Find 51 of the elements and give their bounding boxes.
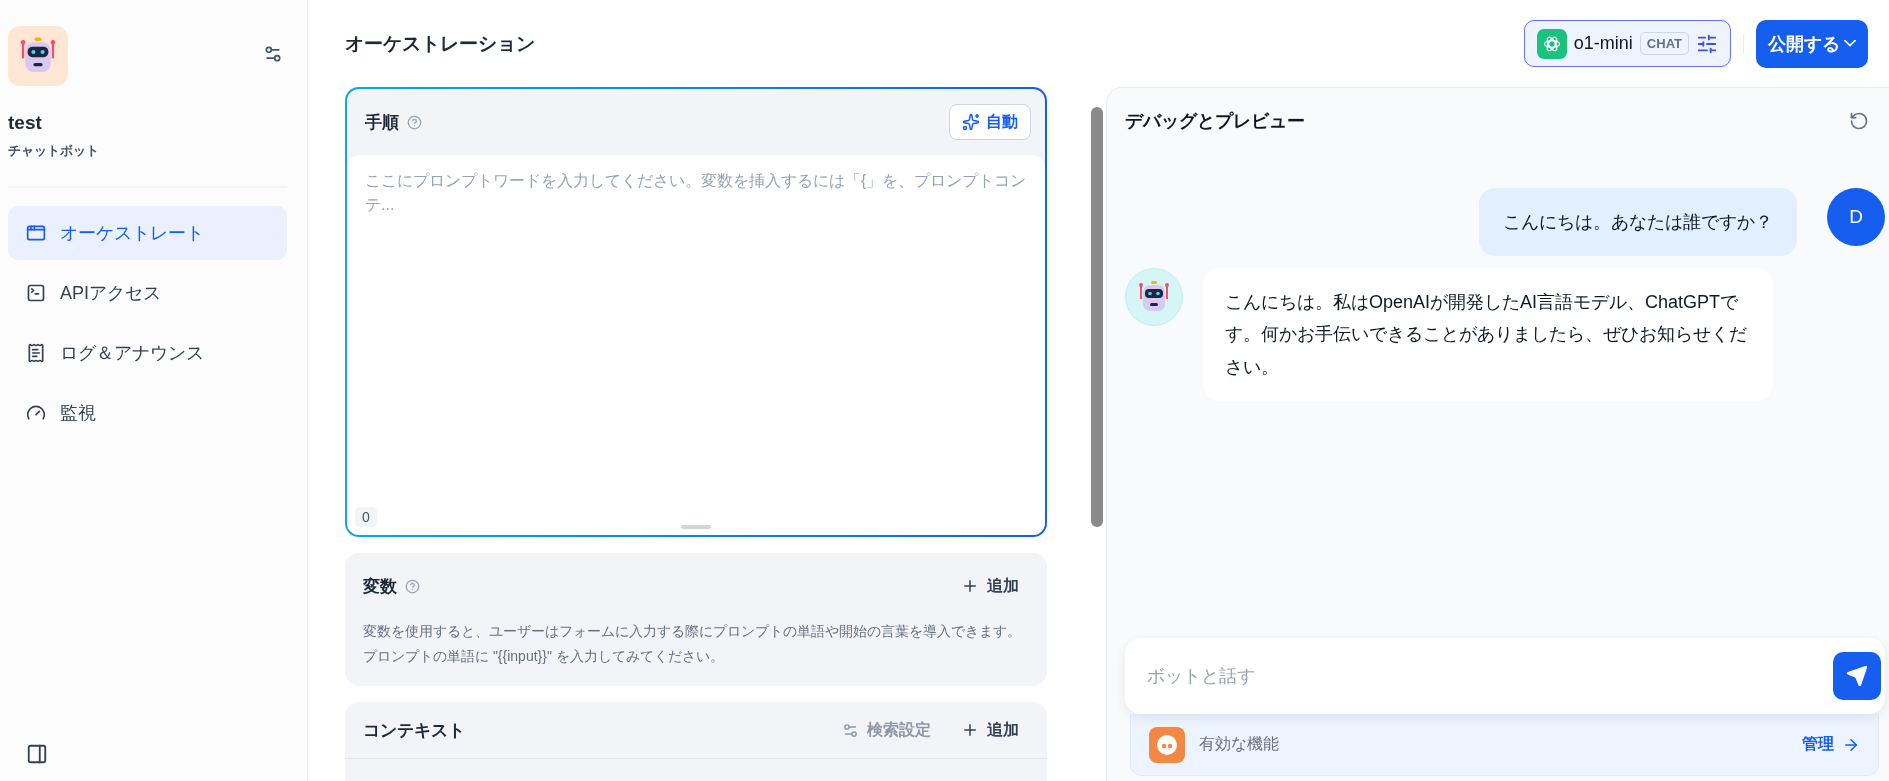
model-tag: CHAT [1639, 32, 1689, 55]
variables-description: 変数を使用すると、ユーザーはフォームに入力する際にプロンプトの単語や開始の言葉を導入できます。プロンプトの単語に "{{input}}" を入力してみてください。 [363, 622, 1022, 666]
panel-title: デバッグとプレビュー [1125, 110, 1306, 133]
app-type: チャットボット [8, 142, 100, 160]
plus-icon [961, 577, 979, 595]
gauge-icon [26, 403, 46, 423]
message-field[interactable]: ボットと話す [1145, 664, 1833, 688]
chat-input[interactable]: ボットと話す [1125, 638, 1885, 714]
user-message: こんにちは。あなたは誰ですか？ [1479, 188, 1797, 256]
add-button[interactable]: 追加 [951, 719, 1029, 741]
nav-label: ログ＆アナウンス [60, 342, 204, 365]
bot-message: こんにちは。私はOpenAIが開発したAI言語モデル、ChatGPTです。何かお手伝いできることがありましたら、ぜひお知らせください。 [1203, 268, 1773, 402]
plus-icon [961, 721, 979, 739]
nav-item[interactable]: オーケストレート [8, 206, 287, 260]
settings-icon [842, 721, 859, 739]
card-title: 変数 [363, 575, 397, 598]
send-button[interactable] [1833, 652, 1881, 700]
nav-label: オーケストレート [60, 222, 204, 245]
terminal-icon [26, 283, 46, 303]
chevron-down-icon [1844, 40, 1856, 47]
settings-icon [263, 44, 283, 64]
model-selector[interactable]: o1-mini CHAT [1523, 20, 1731, 67]
prompt-editor[interactable]: ここにプロンプトワードを入力してください。変数を挿入するには「{」を、プロンプトコンテ... 0 [347, 155, 1045, 535]
card-title: コンテキスト [363, 719, 465, 742]
add-button[interactable]: 追加 [951, 575, 1029, 597]
window-icon [26, 223, 46, 243]
send-icon [1846, 665, 1868, 687]
quote-icon [1149, 726, 1185, 763]
user-avatar: D [1827, 188, 1885, 246]
nav-item[interactable]: ログ＆アナウンス [8, 326, 287, 380]
manage-link[interactable]: 管理 [1802, 734, 1860, 755]
nav-item[interactable]: 監視 [8, 386, 287, 440]
app-name: test [8, 112, 43, 134]
panel-icon [26, 743, 48, 765]
nav-label: APIアクセス [60, 282, 161, 305]
card-title: 手順 [365, 111, 399, 134]
page-title: オーケストレーション [345, 31, 536, 56]
model-name: o1-mini [1573, 33, 1633, 54]
publish-button[interactable]: 公開する [1756, 19, 1868, 68]
auto-button[interactable]: 自動 [949, 104, 1031, 140]
scrollbar[interactable] [1091, 107, 1103, 527]
sliders-icon [1696, 32, 1718, 55]
resize-handle[interactable] [681, 525, 711, 529]
char-count: 0 [355, 507, 377, 527]
nav-item[interactable]: APIアクセス [8, 266, 287, 320]
nav-label: 監視 [60, 402, 96, 425]
document-icon [26, 343, 46, 363]
features-label: 有効な機能 [1199, 734, 1280, 754]
model-logo-icon [1536, 28, 1567, 59]
reset-icon[interactable] [1849, 111, 1869, 131]
sparkle-icon [962, 113, 980, 131]
